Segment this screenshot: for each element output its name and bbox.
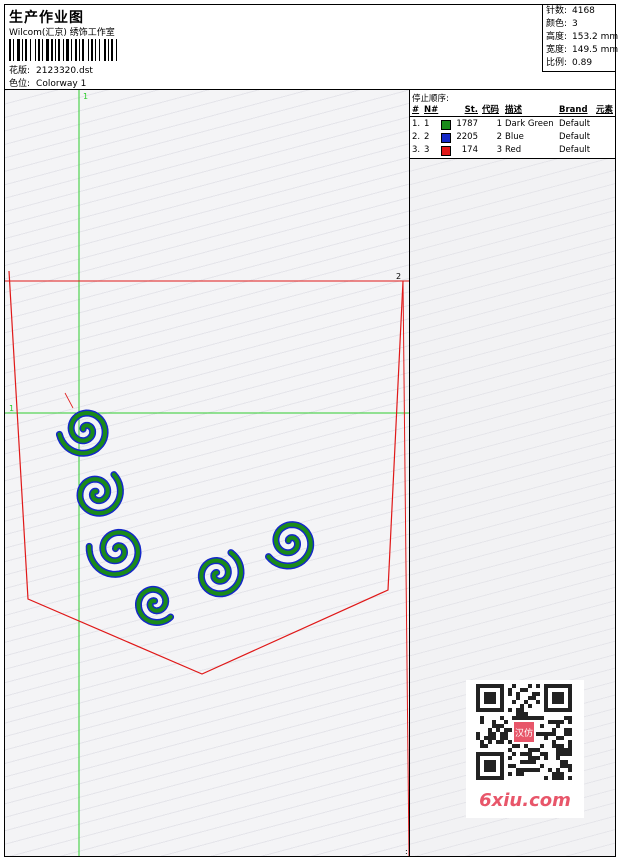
marker-top: 1	[83, 92, 88, 101]
table-row: 2. 2 2205 2 Blue Default	[412, 132, 591, 143]
colorway-line: 色位: Colorway 1	[9, 76, 86, 89]
stat-height: 高度: 153.2 mm	[546, 32, 619, 42]
sheet-header: 生产作业图 Wilcom(汇京) 绣饰工作室 花版: 2123320.dst 色位…	[5, 5, 619, 90]
stop-sequence-table: 停止顺序: # N# St. 代码 描述 Brand 元素 1. 1 1787 …	[410, 90, 615, 159]
jump-stitch-line	[64, 392, 74, 409]
table-row: 1. 1 1787 1 Dark Green Default	[412, 119, 591, 130]
qr-stamp-text: 汉仿	[515, 727, 533, 739]
stats-box: 针数: 4168 颜色: 3 高度: 153.2 mm 宽度: 149.5 mm 比例:…	[542, 5, 619, 72]
marker-left: 1	[9, 404, 14, 413]
design-file-line: 花版: 2123320.dst	[9, 63, 93, 76]
pocket-outline	[8, 270, 404, 675]
watermark-text: 6xiu.com	[479, 790, 571, 811]
watermark: 汉仿 6xiu.com	[466, 680, 584, 818]
colorway-value: Colorway 1	[36, 79, 87, 89]
barcode-icon	[9, 39, 117, 61]
swirl-fill	[87, 530, 141, 577]
colorway-label: 色位:	[9, 79, 31, 89]
pocket-side-line	[402, 280, 409, 856]
table-row: 3. 3 174 3 Red Default	[412, 145, 591, 156]
stop-sequence-header: # N# St. 代码 描述 Brand 元素	[410, 105, 615, 117]
design-canvas: 1 2 1 :	[5, 90, 410, 856]
stat-scale: 比例: 0.89	[546, 58, 593, 68]
design-file-value: 2123320.dst	[36, 66, 93, 76]
company-name: Wilcom(汇京) 绣饰工作室	[9, 28, 115, 38]
design-file-label: 花版:	[9, 66, 31, 76]
marker-bottom-right: :	[405, 847, 408, 856]
qr-code-icon: 汉仿	[476, 684, 572, 780]
color-swatch	[441, 133, 451, 143]
sheet-title: 生产作业图	[9, 10, 84, 26]
design-drawing: 1 2 1 :	[5, 90, 409, 856]
color-swatch	[441, 120, 451, 130]
stat-colors: 颜色: 3	[546, 19, 578, 29]
stat-width: 宽度: 149.5 mm	[546, 45, 619, 55]
marker-right: 2	[396, 272, 401, 281]
stat-stitches: 针数: 4168	[546, 6, 595, 16]
stop-sequence-title: 停止顺序:	[412, 94, 449, 104]
swirl-fill	[57, 410, 108, 456]
color-swatch	[441, 146, 451, 156]
